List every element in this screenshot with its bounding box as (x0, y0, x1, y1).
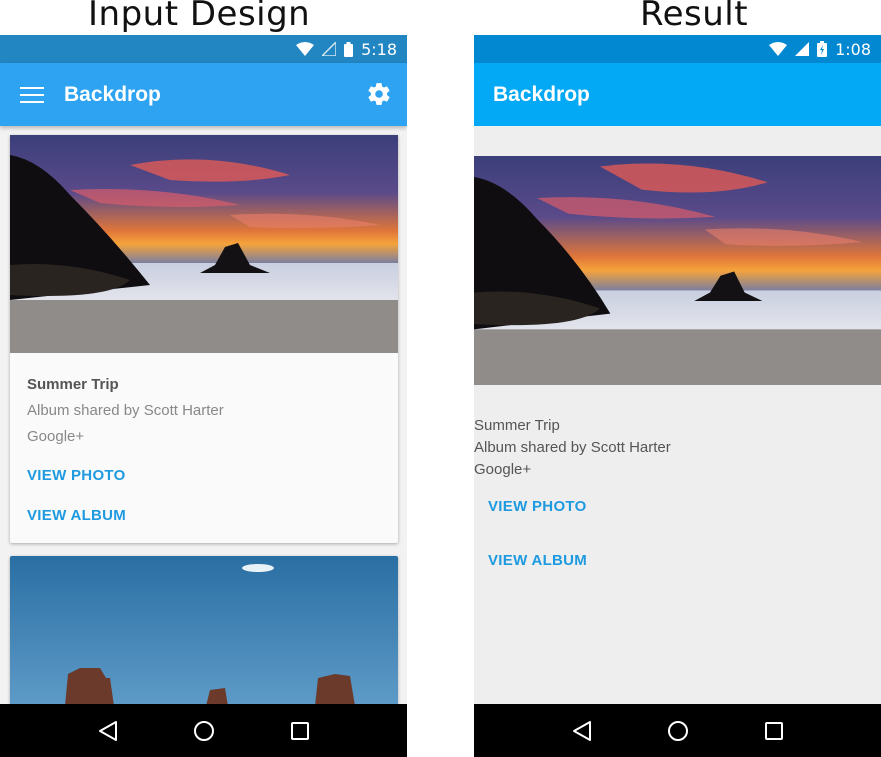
status-bar: 1:08 (474, 35, 881, 63)
wifi-icon (296, 42, 315, 56)
caption-result: Result (640, 0, 749, 34)
phone-result: 1:08 Backdrop Summer Trip Album shared b… (474, 35, 881, 757)
card-source: Google+ (27, 428, 85, 445)
app-title: Backdrop (493, 82, 590, 106)
navigation-bar (0, 704, 407, 757)
menu-icon[interactable] (20, 86, 44, 103)
sunset-photo[interactable] (474, 156, 881, 385)
signal-icon (322, 42, 337, 56)
battery-icon (344, 41, 354, 57)
app-bar: Backdrop (0, 63, 407, 126)
album-card: Summer Trip Album shared by Scott Harter… (10, 135, 398, 543)
status-time: 1:08 (835, 39, 871, 59)
status-bar: 5:18 (0, 35, 407, 63)
navigation-bar (474, 704, 881, 757)
back-icon[interactable] (98, 720, 118, 742)
recents-icon[interactable] (290, 721, 310, 741)
app-title: Backdrop (64, 82, 161, 106)
sunset-photo[interactable] (10, 135, 398, 353)
card-source: Google+ (474, 461, 532, 478)
phone-input-design: 5:18 Backdrop Summer Trip Album shared b… (0, 35, 407, 757)
battery-icon (817, 41, 828, 57)
card-title: Summer Trip (474, 417, 560, 434)
recents-icon[interactable] (764, 721, 784, 741)
home-icon[interactable] (193, 720, 215, 742)
app-bar: Backdrop (474, 63, 881, 126)
view-album-button[interactable]: VIEW ALBUM (488, 552, 587, 569)
view-photo-button[interactable]: VIEW PHOTO (488, 498, 587, 515)
card-subtitle: Album shared by Scott Harter (474, 439, 671, 456)
caption-input-design: Input Design (88, 0, 311, 34)
view-album-button[interactable]: VIEW ALBUM (27, 507, 126, 524)
back-icon[interactable] (572, 720, 592, 742)
wifi-icon (769, 42, 788, 56)
signal-icon (795, 42, 810, 56)
home-icon[interactable] (667, 720, 689, 742)
status-time: 5:18 (361, 39, 397, 59)
card-subtitle: Album shared by Scott Harter (27, 402, 224, 419)
card-title: Summer Trip (27, 376, 119, 393)
gear-icon[interactable] (366, 81, 392, 107)
view-photo-button[interactable]: VIEW PHOTO (27, 467, 126, 484)
